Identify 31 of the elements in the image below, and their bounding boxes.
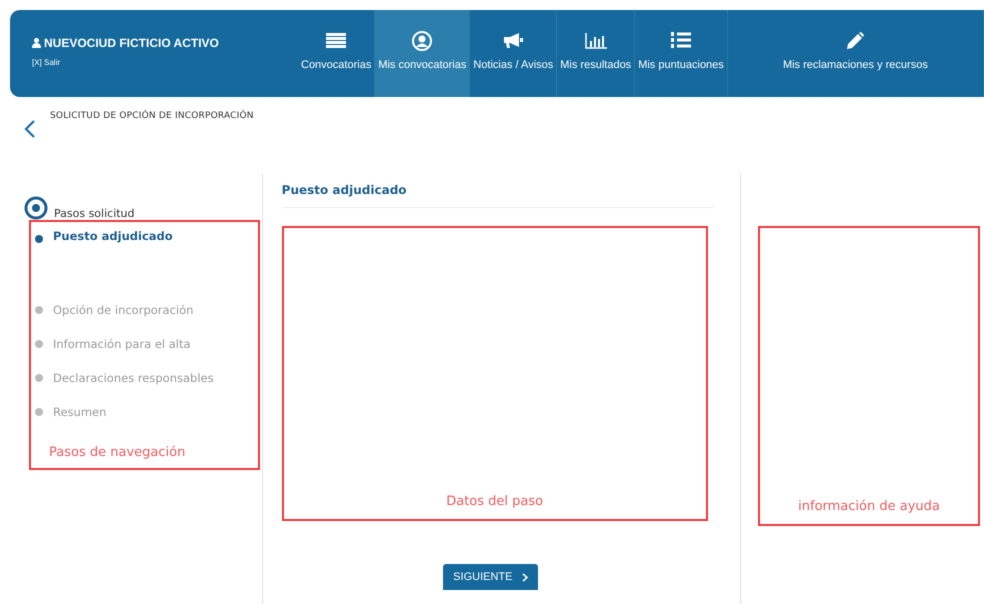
next-button[interactable]: SIGUIENTE: [443, 564, 538, 590]
nav-tab[interactable]: Mis resultados: [557, 10, 636, 97]
pencil-icon: [846, 32, 864, 50]
bar-chart-icon: [584, 32, 607, 48]
nav-tab[interactable]: Noticias / Avisos: [470, 10, 558, 97]
megaphone-icon: [503, 32, 524, 49]
steps-heading: Pasos solicitud: [54, 207, 135, 220]
nav-tab[interactable]: Mis reclamaciones y recursos: [728, 10, 984, 97]
nav-tab-label: Mis resultados: [560, 59, 632, 71]
page-title: SOLICITUD DE OPCIÓN DE INCORPORACIÓN: [50, 111, 254, 121]
user-icon: [412, 30, 432, 50]
radio-icon: [24, 196, 48, 220]
user-icon: [32, 38, 41, 48]
nav-tab[interactable]: Mis convocatorias: [375, 10, 470, 97]
logout-link[interactable]: [X] Salir: [32, 58, 298, 67]
annotation-label: Pasos de navegación: [49, 445, 186, 460]
nav-tab-label: Mis puntuaciones: [638, 59, 724, 71]
nav-tab[interactable]: Mis puntuaciones: [635, 10, 728, 97]
back-icon[interactable]: [24, 119, 36, 139]
list-icon: [326, 32, 346, 48]
annotation-label: información de ayuda: [798, 499, 940, 514]
nav-tab-label: Noticias / Avisos: [473, 59, 554, 71]
annotation-label: Datos del paso: [446, 494, 544, 509]
section-title: Puesto adjudicado: [282, 183, 714, 208]
numbered-list-icon: [670, 30, 691, 50]
nav-tab-label: Convocatorias: [301, 59, 372, 71]
nav-tab-label: Mis convocatorias: [378, 59, 466, 71]
user-name-text: NUEVOCIUD FICTICIO ACTIVO: [44, 36, 219, 50]
chevron-right-icon: [522, 572, 528, 582]
step-link[interactable]: Puesto adjudicado: [53, 229, 173, 243]
nav-tab-label: Mis reclamaciones y recursos: [782, 59, 928, 71]
